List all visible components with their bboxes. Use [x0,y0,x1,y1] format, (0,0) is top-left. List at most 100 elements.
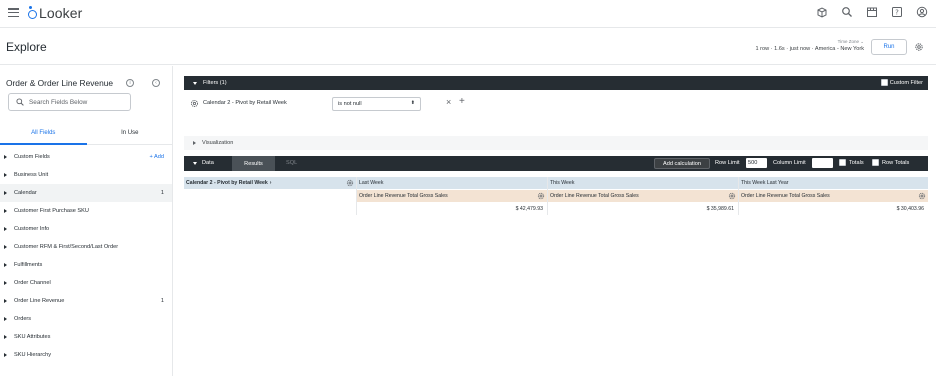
logo-text: Looker [39,5,83,21]
field-count-badge: 1 [160,190,164,196]
looker-logo-icon [28,5,37,19]
result-cell[interactable]: $ 30,403.96 [739,203,928,215]
totals-checkbox[interactable] [839,159,846,166]
caret-right-icon [4,317,7,321]
chevron-right-icon: › [269,180,272,186]
gear-icon[interactable] [190,99,199,108]
view-item-sku-attributes[interactable]: SKU Attributes [0,328,172,346]
row-totals-toggle[interactable]: Row Totals [872,159,909,166]
menu-icon[interactable] [8,8,19,17]
view-item-business-unit[interactable]: Business Unit [0,166,172,184]
caret-right-icon [4,335,7,339]
visualization-section-header[interactable]: Visualization [184,136,928,150]
pivot-dimension-header[interactable]: Calendar 2 - Pivot by Retail Week › [184,177,356,189]
caret-right-icon [4,155,7,159]
column-divider [356,177,357,215]
pivot-header-row: Calendar 2 - Pivot by Retail Week › Last … [184,177,928,189]
view-item-order-channel[interactable]: Order Channel [0,274,172,292]
tab-in-use[interactable]: In Use [87,127,174,144]
view-item-orders[interactable]: Orders [0,310,172,328]
data-section-header: Data Results SQL Add calculation Row Lim… [184,156,928,171]
gear-icon[interactable] [728,192,736,200]
caret-right-icon [4,263,7,267]
run-button[interactable]: Run [871,39,907,55]
info-icon[interactable]: i [126,79,134,87]
view-label: SKU Hierarchy [14,352,51,358]
account-icon[interactable] [916,6,928,18]
tab-sql[interactable]: SQL [286,160,297,166]
data-label[interactable]: Data [202,160,214,166]
view-item-custom-fields[interactable]: Custom Fields + Add [0,148,172,166]
collapse-icon[interactable]: ‹ [152,79,160,87]
add-calculation-button[interactable]: Add calculation [654,158,710,169]
filter-field-label: Calendar 2 - Pivot by Retail Week [203,100,287,106]
measure-column-header[interactable]: Order Line Revenue Total Gross Sales [548,190,738,202]
view-list: Custom Fields + Add Business Unit Calenda… [0,148,172,364]
gear-icon[interactable] [537,192,545,200]
add-custom-field-link[interactable]: + Add [150,154,164,160]
measure-column-header[interactable]: Order Line Revenue Total Gross Sales [357,190,547,202]
view-label: Business Unit [14,172,49,178]
pivot-column-header[interactable]: This Week Last Year [739,177,928,189]
tab-all-fields[interactable]: All Fields [0,127,87,145]
pivot-dimension-label: Calendar 2 - Pivot by Retail Week [186,180,268,186]
result-cell[interactable]: $ 35,989.61 [548,203,738,215]
result-cell[interactable]: $ 42,479.93 [357,203,547,215]
caret-right-icon [4,245,7,249]
custom-filter-checkbox[interactable] [880,79,888,86]
gear-icon[interactable] [346,179,354,187]
tab-results[interactable]: Results [232,156,275,171]
search-input[interactable] [29,98,129,106]
top-icons: ? [816,6,928,18]
store-icon[interactable] [866,6,878,18]
help-icon[interactable]: ? [891,6,903,18]
view-item-sku-hierarchy[interactable]: SKU Hierarchy [0,346,172,364]
field-search[interactable] [8,93,131,111]
view-label: Customer RFM & First/Second/Last Order [14,244,119,250]
timezone-dropdown[interactable]: Time Zone ⌄ [838,39,864,45]
explore-name: Order & Order Line Revenue [6,78,114,88]
view-item-order-line-revenue[interactable]: Order Line Revenue 1 [0,292,172,310]
run-metadata: 1 row · 1.6s · just now · America - New … [755,46,865,52]
caret-right-icon [4,281,7,285]
column-limit-label: Column Limit [773,160,806,166]
caret-right-icon [193,141,196,145]
add-filter-icon[interactable]: + [459,97,465,107]
filters-header: Filters (1) [203,80,227,86]
view-label: Orders [14,316,32,322]
custom-filter-toggle[interactable]: Custom Filter [880,79,923,86]
filters-section-header[interactable]: Filters (1) Custom Filter [184,76,928,90]
view-label: SKU Attributes [14,334,51,340]
remove-filter-icon[interactable]: × [446,98,451,107]
view-item-customer-first-purchase-sku[interactable]: Customer First Purchase SKU [0,202,172,220]
measure-column-header[interactable]: Order Line Revenue Total Gross Sales [739,190,928,202]
view-item-customer-rfm[interactable]: Customer RFM & First/Second/Last Order [0,238,172,256]
pivot-column-header[interactable]: This Week [548,177,738,189]
view-item-fulfillments[interactable]: Fulfillments [0,256,172,274]
custom-filter-label: Custom Filter [889,79,923,86]
looker-logo[interactable]: Looker [28,4,82,22]
filter-row: Calendar 2 - Pivot by Retail Week is not… [184,93,928,119]
gear-icon[interactable] [918,192,926,200]
view-item-calendar[interactable]: Calendar 1 [0,184,172,202]
row-limit-input[interactable]: 500 [746,158,767,168]
view-label: Custom Fields [14,154,50,160]
table-row: $ 42,479.93 $ 35,989.61 $ 30,403.96 [184,203,928,215]
caret-right-icon [4,191,7,195]
row-limit-label: Row Limit [715,160,740,166]
view-label: Order Line Revenue [14,298,65,304]
svg-text:?: ? [895,9,899,17]
pivot-column-header[interactable]: Last Week [357,177,547,189]
marketplace-icon[interactable] [816,6,828,18]
row-totals-checkbox[interactable] [872,159,879,166]
gear-icon[interactable] [914,42,924,52]
row-totals-label: Row Totals [882,159,910,166]
filter-operator-select[interactable]: is not null ⬍ [332,97,421,111]
caret-right-icon [4,209,7,213]
view-item-customer-info[interactable]: Customer Info [0,220,172,238]
column-limit-input[interactable] [812,158,833,168]
select-arrows-icon: ⬍ [410,100,415,106]
caret-down-icon[interactable] [193,162,197,165]
search-icon[interactable] [841,6,853,18]
totals-toggle[interactable]: Totals [839,159,864,166]
